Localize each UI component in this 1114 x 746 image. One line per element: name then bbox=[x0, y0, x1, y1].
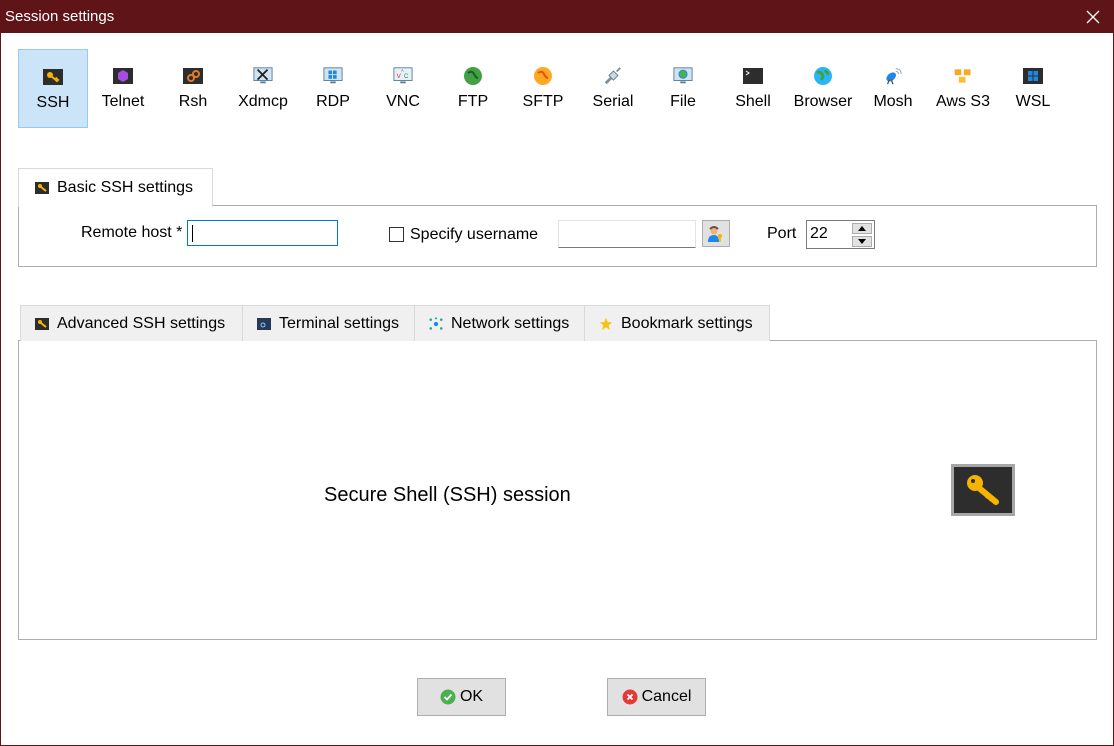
arrow-up-icon bbox=[858, 226, 866, 231]
tab-basic-ssh-settings[interactable]: Basic SSH settings bbox=[18, 168, 213, 207]
star-icon bbox=[599, 317, 613, 331]
session-type-ftp[interactable]: FTP bbox=[438, 49, 508, 128]
terminal-icon bbox=[257, 317, 271, 331]
mosh-satellite-icon bbox=[883, 66, 903, 86]
session-type-rdp[interactable]: RDP bbox=[298, 49, 368, 128]
session-type-label: Xdmcp bbox=[238, 93, 288, 110]
tab-label: Bookmark settings bbox=[621, 314, 753, 332]
port-label: Port bbox=[767, 225, 797, 242]
ok-button[interactable]: OK bbox=[417, 678, 506, 716]
tab-label: Terminal settings bbox=[279, 314, 400, 332]
serial-plug-icon bbox=[603, 66, 623, 86]
ssh-key-icon bbox=[35, 317, 49, 331]
network-icon bbox=[429, 316, 443, 331]
ssh-key-icon bbox=[43, 67, 63, 87]
text-caret bbox=[192, 225, 193, 242]
ssh-session-logo bbox=[951, 464, 1015, 516]
session-type-label: Serial bbox=[592, 93, 634, 110]
cancel-label: Cancel bbox=[641, 688, 692, 705]
ok-label: OK bbox=[459, 688, 484, 705]
tab-label: Network settings bbox=[451, 314, 570, 332]
wsl-windows-icon bbox=[1023, 66, 1043, 86]
shell-terminal-icon bbox=[743, 66, 763, 86]
session-type-label: Aws S3 bbox=[936, 93, 990, 110]
specify-username-label[interactable]: Specify username bbox=[410, 226, 538, 244]
session-type-label: Browser bbox=[793, 93, 853, 110]
session-type-rsh[interactable]: Rsh bbox=[158, 49, 228, 128]
session-type-ssh[interactable]: SSH bbox=[18, 49, 88, 128]
session-type-wsl[interactable]: WSL bbox=[998, 49, 1068, 128]
svg-text:C: C bbox=[404, 73, 409, 80]
user-credentials-button[interactable] bbox=[702, 220, 730, 247]
user-key-icon bbox=[708, 225, 722, 242]
file-monitor-icon bbox=[673, 66, 693, 86]
cancel-circle-icon bbox=[622, 689, 638, 705]
session-type-xdmcp[interactable]: Xdmcp bbox=[228, 49, 298, 128]
remote-host-input[interactable] bbox=[187, 220, 338, 246]
session-type-browser[interactable]: Browser bbox=[788, 49, 858, 128]
vnc-icon: V C ^ bbox=[393, 66, 413, 86]
tab-label: Basic SSH settings bbox=[57, 179, 194, 196]
ftp-globe-icon bbox=[463, 66, 483, 86]
xdmcp-icon bbox=[253, 66, 273, 86]
session-type-label: Rsh bbox=[178, 93, 208, 110]
session-type-shell[interactable]: Shell bbox=[718, 49, 788, 128]
telnet-icon bbox=[113, 66, 133, 86]
username-input[interactable] bbox=[558, 220, 696, 248]
tab-bookmark-settings[interactable]: Bookmark settings bbox=[584, 305, 770, 341]
svg-text:^: ^ bbox=[401, 69, 404, 75]
session-type-label: RDP bbox=[316, 93, 350, 110]
session-type-label: VNC bbox=[386, 93, 420, 110]
ssh-key-icon bbox=[35, 181, 49, 195]
title-bar: Session settings bbox=[1, 1, 1113, 33]
session-type-label: Telnet bbox=[101, 93, 145, 110]
port-increment-button[interactable] bbox=[852, 223, 872, 234]
session-type-mosh[interactable]: Mosh bbox=[858, 49, 928, 128]
rdp-icon bbox=[323, 66, 343, 86]
key-icon bbox=[967, 475, 999, 505]
session-type-telnet[interactable]: Telnet bbox=[88, 49, 158, 128]
session-type-bar: SSH Telnet Rsh Xdmcp RDP V C ^ VNC FTP SFT bbox=[18, 49, 1068, 128]
aws-s3-cubes-icon bbox=[953, 66, 973, 86]
port-decrement-button[interactable] bbox=[852, 236, 872, 247]
session-type-label: FTP bbox=[457, 93, 489, 110]
port-stepper[interactable]: 22 bbox=[806, 220, 875, 249]
remote-host-label: Remote host * bbox=[81, 224, 183, 241]
session-settings-window: Session settings SSH Telnet Rsh Xdmcp RD… bbox=[0, 0, 1114, 746]
browser-globe-icon bbox=[813, 66, 833, 86]
rsh-icon bbox=[183, 66, 203, 86]
advanced-tab-bar: Advanced SSH settings Terminal settings … bbox=[20, 305, 770, 341]
close-button[interactable] bbox=[1073, 1, 1113, 33]
specify-username-checkbox[interactable] bbox=[389, 227, 404, 242]
session-type-label: File bbox=[670, 93, 696, 110]
arrow-down-icon bbox=[858, 239, 866, 244]
cancel-button[interactable]: Cancel bbox=[607, 678, 706, 716]
session-type-serial[interactable]: Serial bbox=[578, 49, 648, 128]
session-type-label: Mosh bbox=[873, 93, 913, 110]
close-icon bbox=[1086, 10, 1100, 24]
tab-network-settings[interactable]: Network settings bbox=[414, 305, 584, 341]
tab-terminal-settings[interactable]: Terminal settings bbox=[242, 305, 414, 341]
session-type-label: Shell bbox=[735, 93, 771, 110]
sftp-globe-icon bbox=[533, 66, 553, 86]
session-type-label: SSH bbox=[36, 94, 70, 111]
port-value[interactable]: 22 bbox=[810, 225, 828, 243]
session-type-aws-s3[interactable]: Aws S3 bbox=[928, 49, 998, 128]
session-type-label: SFTP bbox=[522, 93, 564, 110]
session-type-vnc[interactable]: V C ^ VNC bbox=[368, 49, 438, 128]
session-type-label: WSL bbox=[1015, 93, 1051, 110]
session-type-sftp[interactable]: SFTP bbox=[508, 49, 578, 128]
session-description: Secure Shell (SSH) session bbox=[324, 484, 571, 506]
session-type-file[interactable]: File bbox=[648, 49, 718, 128]
window-title: Session settings bbox=[5, 8, 115, 25]
check-circle-icon bbox=[440, 689, 456, 705]
tab-label: Advanced SSH settings bbox=[57, 314, 226, 332]
tab-advanced-ssh-settings[interactable]: Advanced SSH settings bbox=[20, 305, 242, 341]
